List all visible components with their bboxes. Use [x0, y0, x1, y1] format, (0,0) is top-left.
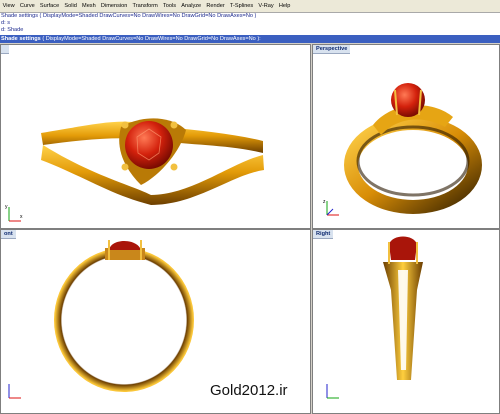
menu-vray[interactable]: V-Ray	[256, 0, 276, 12]
menu-tools[interactable]: Tools	[160, 0, 178, 12]
menu-dimension[interactable]: Dimension	[98, 0, 130, 12]
menu-render[interactable]: Render	[204, 0, 228, 12]
ring-right-view	[326, 236, 423, 399]
menu-solid[interactable]: Solid	[62, 0, 80, 12]
history-line: Shade settings ( DisplayMode=Shaded Draw…	[1, 13, 257, 19]
prong	[121, 163, 129, 171]
menu-help[interactable]: Help	[276, 0, 293, 12]
gem	[389, 236, 417, 260]
axis-z-label: z	[323, 199, 326, 205]
viewport-right[interactable]: Right	[312, 229, 500, 414]
axes-indicator-right	[326, 384, 339, 399]
menu-tsplines[interactable]: T-Splines	[227, 0, 256, 12]
viewport-top[interactable]: x y	[0, 44, 311, 229]
gem	[109, 241, 141, 250]
history-line: d: s	[1, 20, 11, 26]
command-options[interactable]: ( DisplayMode=Shaded DrawCurves=No DrawW…	[41, 36, 260, 42]
ring-top-view: x y	[5, 118, 264, 222]
ring-perspective-view: z	[323, 83, 482, 216]
command-line[interactable]: Shade settings ( DisplayMode=Shaded Draw…	[0, 35, 500, 43]
menu-surface[interactable]: Surface	[37, 0, 61, 12]
menu-view[interactable]: View	[0, 0, 17, 12]
menu-curve[interactable]: Curve	[17, 0, 37, 12]
watermark: Gold2012.ir	[210, 382, 288, 399]
viewport-perspective[interactable]: Perspective z	[312, 44, 500, 229]
history-line: d: Shade	[1, 27, 24, 33]
menu-analyze[interactable]: Analyze	[179, 0, 204, 12]
axis-y-label: y	[5, 204, 8, 210]
axes-indicator-perspective: z	[323, 199, 339, 216]
axis-x-label: x	[20, 214, 23, 220]
prong	[170, 163, 178, 171]
prong	[170, 121, 178, 129]
menu-mesh[interactable]: Mesh	[79, 0, 98, 12]
menu-transform[interactable]: Transform	[130, 0, 160, 12]
menu-bar: View Curve Surface Solid Mesh Dimension …	[0, 0, 500, 13]
axes-indicator-top: x y	[5, 204, 23, 222]
command-prompt: Shade settings	[1, 36, 41, 42]
prong	[121, 121, 129, 129]
command-history: Shade settings ( DisplayMode=Shaded Draw…	[0, 13, 500, 35]
axes-indicator-front	[8, 384, 21, 399]
gem	[125, 121, 173, 169]
